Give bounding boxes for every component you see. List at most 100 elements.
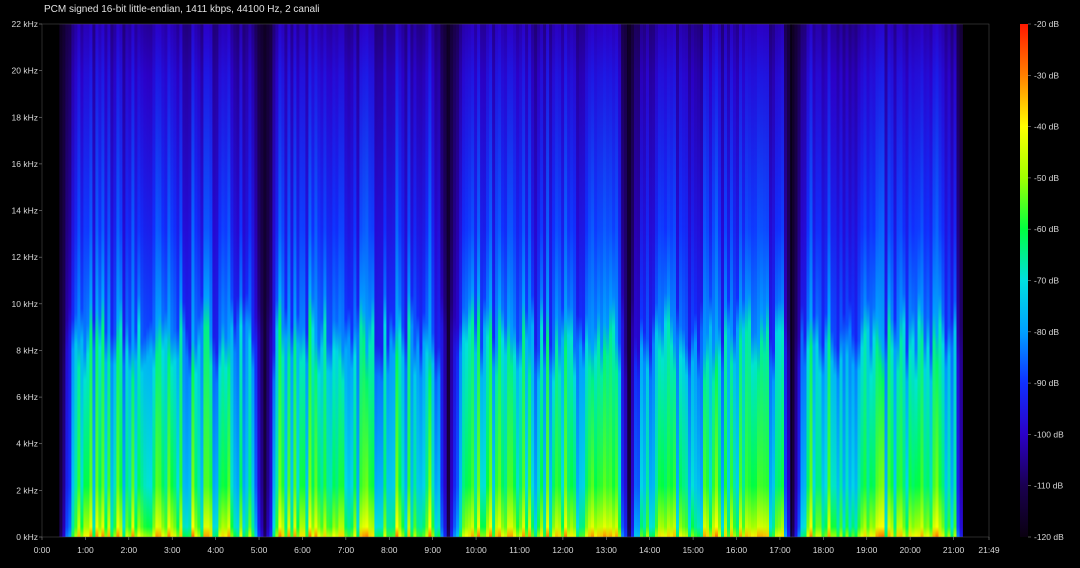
spectrum-slice <box>709 24 713 537</box>
spectrum-slice <box>221 24 225 537</box>
spectrum-slice <box>694 24 698 537</box>
spectrum-slice <box>784 24 788 537</box>
spectrum-slice <box>914 24 918 537</box>
y-axis: 0 kHz 2 kHz 4 kHz 6 kHz 8 kHz 10 kHz 12 kHz 14 … <box>12 19 42 542</box>
spectrum-slice <box>104 24 108 537</box>
spectrum-slice <box>122 24 126 537</box>
spectrum-slice <box>573 24 577 537</box>
spectrum-slice <box>200 24 204 537</box>
spectrum-slice <box>691 24 695 537</box>
spectrum-slice <box>447 24 451 537</box>
spectrum-slice <box>305 24 309 537</box>
track-segment <box>791 24 963 537</box>
spectrum-slice <box>815 24 819 537</box>
track-segment <box>263 24 447 537</box>
spectrum-slice <box>281 24 285 537</box>
spectrum-slice <box>552 24 556 537</box>
x-tick-label: 17:00 <box>769 545 791 555</box>
spectrum-slice <box>525 24 529 537</box>
spectrum-slice <box>59 24 63 537</box>
spectrum-slice <box>594 24 598 537</box>
x-tick-label: 9:00 <box>424 545 441 555</box>
spectrum-slice <box>679 24 683 537</box>
spectrum-slice <box>239 24 243 537</box>
x-tick-label: 2:00 <box>121 545 138 555</box>
y-tick-label: 6 kHz <box>16 392 38 402</box>
spectrum-slice <box>637 24 641 537</box>
spectrum-slice <box>510 24 514 537</box>
spectrum-slice <box>137 24 141 537</box>
x-tick-label: 10:00 <box>465 545 487 555</box>
colorbar-tick-label: -60 dB <box>1034 224 1059 234</box>
spectrum-slice <box>833 24 837 537</box>
spectrum-slice <box>71 24 75 537</box>
spectrum-slice <box>257 24 261 537</box>
spectrum-slice <box>140 24 144 537</box>
spectrum-slice <box>727 24 731 537</box>
x-tick-label: 8:00 <box>381 545 398 555</box>
spectrum-slice <box>188 24 192 537</box>
spectrum-slice <box>724 24 728 537</box>
spectrum-slice <box>549 24 553 537</box>
spectrum-slice <box>579 24 583 537</box>
spectrum-slice <box>899 24 903 537</box>
spectrum-slice <box>953 24 957 537</box>
spectrum-slice <box>791 24 795 537</box>
spectrum-slice <box>905 24 909 537</box>
spectrum-slice <box>591 24 595 537</box>
spectrum-slice <box>161 24 165 537</box>
spectrum-slice <box>803 24 807 537</box>
spectrum-slice <box>956 24 960 537</box>
x-tick-label: 7:00 <box>338 545 355 555</box>
spectrum-slice <box>152 24 156 537</box>
spectrum-slice <box>585 24 589 537</box>
spectrum-slice <box>606 24 610 537</box>
x-tick-label: 16:00 <box>726 545 748 555</box>
spectrum-slice <box>836 24 840 537</box>
spectrum-slice <box>218 24 222 537</box>
spectrum-slice <box>908 24 912 537</box>
spectrum-slice <box>248 24 252 537</box>
spectrum-slice <box>917 24 921 537</box>
spectrum-slice <box>670 24 674 537</box>
spectrum-slice <box>643 24 647 537</box>
spectrum-slice <box>664 24 668 537</box>
x-tick-label: 14:00 <box>639 545 661 555</box>
spectrum-slice <box>155 24 159 537</box>
spectrum-slice <box>468 24 472 537</box>
spectrum-slice <box>131 24 135 537</box>
spectrum-slice <box>772 24 776 537</box>
spectrum-slice <box>353 24 357 537</box>
spectrum-slice <box>634 24 638 537</box>
spectrum-slice <box>959 24 963 537</box>
spectrum-slice <box>486 24 490 537</box>
spectrum-slice <box>95 24 99 537</box>
spectrum-slice <box>77 24 81 537</box>
spectrum-slice <box>676 24 680 537</box>
spectrum-slice <box>224 24 228 537</box>
y-tick-label: 22 kHz <box>12 19 38 29</box>
spectrum-slice <box>230 24 234 537</box>
spectrum-slice <box>335 24 339 537</box>
spectrum-slice <box>314 24 318 537</box>
spectrum-slice <box>477 24 481 537</box>
spectrum-slice <box>422 24 426 537</box>
x-tick-label: 4:00 <box>207 545 224 555</box>
spectrum-slice <box>495 24 499 537</box>
spectrum-slice <box>143 24 147 537</box>
spectrum-slice <box>329 24 333 537</box>
spectrum-slice <box>450 24 454 537</box>
spectrum-slice <box>308 24 312 537</box>
spectrum-slice <box>534 24 538 537</box>
spectrum-slice <box>929 24 933 537</box>
spectrum-slice <box>697 24 701 537</box>
spectrum-slice <box>272 24 276 537</box>
spectrum-slice <box>884 24 888 537</box>
spectrum-slice <box>501 24 505 537</box>
spectrum-slice <box>474 24 478 537</box>
spectrum-slice <box>386 24 390 537</box>
spectrum-slice <box>380 24 384 537</box>
spectrum-slice <box>471 24 475 537</box>
y-tick-label: 0 kHz <box>16 532 38 542</box>
spectrum-slice <box>338 24 342 537</box>
